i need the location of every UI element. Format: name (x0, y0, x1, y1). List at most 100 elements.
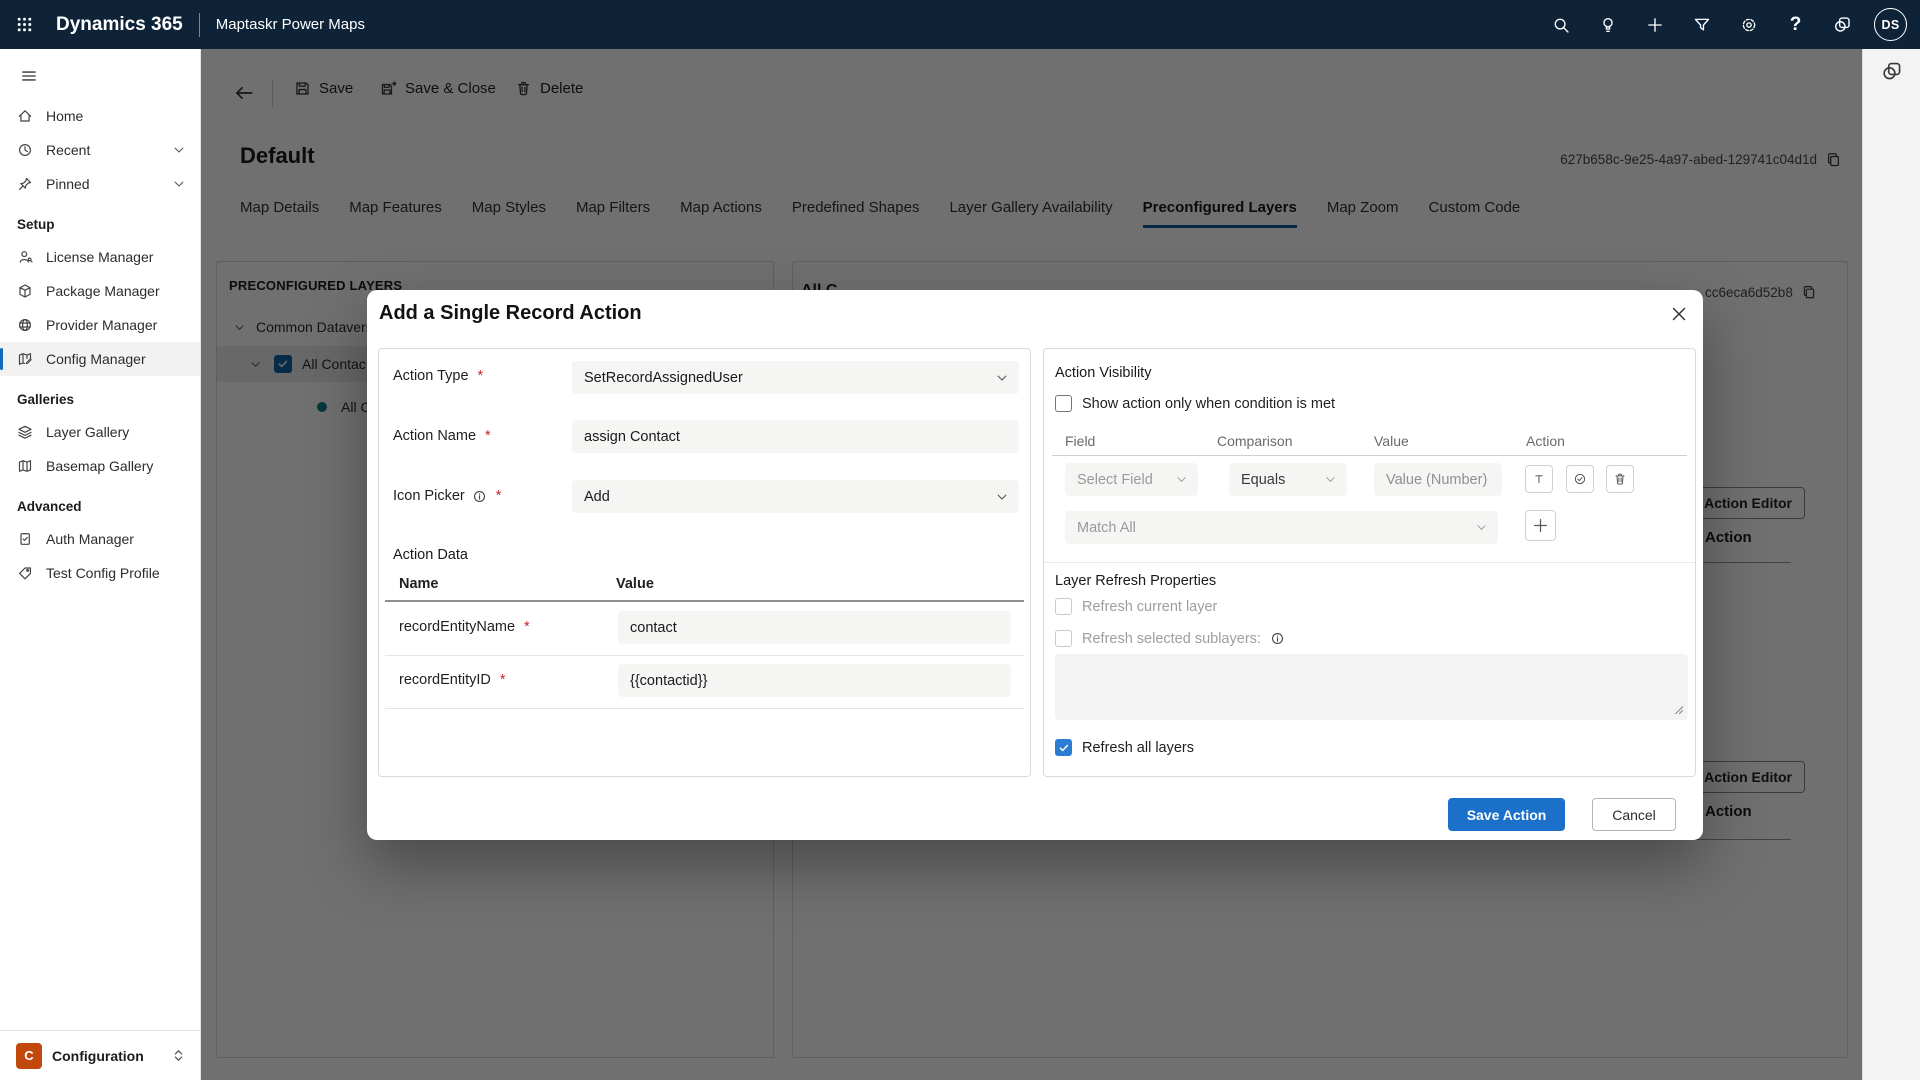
lightbulb-icon[interactable] (1584, 0, 1631, 49)
sidebar-group-advanced: Advanced (0, 483, 200, 522)
action-data-title: Action Data (393, 547, 468, 563)
add-condition-plus-icon[interactable] (1525, 510, 1556, 541)
topbar-actions: ? DS (1537, 0, 1920, 49)
package-cube-icon (17, 283, 33, 299)
app-launcher-icon[interactable] (0, 0, 48, 49)
sidebar-item-home[interactable]: Home (0, 99, 200, 133)
action-name-input[interactable] (572, 420, 1019, 453)
sidebar-item-recent[interactable]: Recent (0, 133, 200, 167)
action-form-section: Action Type* SetRecordAssignedUser Actio… (378, 348, 1031, 777)
comparison-select[interactable]: Equals (1229, 463, 1347, 496)
filter-icon[interactable] (1678, 0, 1725, 49)
sidebar-item-auth-manager[interactable]: Auth Manager (0, 522, 200, 556)
help-icon[interactable]: ? (1772, 0, 1819, 49)
column-header-action: Action (1526, 433, 1565, 449)
chevron-down-icon[interactable] (172, 177, 186, 191)
sidebar-item-package-manager[interactable]: Package Manager (0, 274, 200, 308)
sidebar-item-license-manager[interactable]: License Manager (0, 240, 200, 274)
icon-picker-label: Icon Picker * (393, 488, 501, 504)
match-mode-select[interactable]: Match All (1065, 511, 1498, 544)
action-data-row-name: recordEntityName* (399, 619, 530, 635)
chevron-down-icon (1175, 473, 1188, 486)
column-header-field: Field (1065, 433, 1095, 449)
action-visibility-title: Action Visibility (1055, 365, 1151, 381)
sidebar-item-label: Home (46, 108, 83, 124)
home-icon (17, 108, 33, 124)
field-select[interactable]: Select Field (1065, 463, 1198, 496)
condition-checkbox[interactable] (1055, 395, 1072, 412)
avatar-initials: DS (1882, 18, 1900, 32)
condition-value-input[interactable] (1374, 463, 1502, 496)
action-visibility-section: Action Visibility Show action only when … (1043, 348, 1696, 777)
text-tool-icon[interactable] (1525, 465, 1553, 493)
close-icon[interactable] (1663, 298, 1695, 330)
column-header-value: Value (616, 576, 654, 592)
row-divider (385, 708, 1024, 709)
sidebar-item-layer-gallery[interactable]: Layer Gallery (0, 415, 200, 449)
info-icon[interactable] (1270, 631, 1285, 646)
column-header-value: Value (1374, 433, 1409, 449)
environment-label: Configuration (52, 1048, 144, 1064)
sidebar-item-provider-manager[interactable]: Provider Manager (0, 308, 200, 342)
chevron-down-icon (995, 490, 1009, 504)
action-type-select[interactable]: SetRecordAssignedUser (572, 361, 1019, 394)
config-map-icon (17, 351, 33, 367)
sidebar-item-basemap-gallery[interactable]: Basemap Gallery (0, 449, 200, 483)
menu-hamburger-icon[interactable] (10, 59, 48, 93)
environment-switcher-icon[interactable] (171, 1048, 186, 1063)
info-icon[interactable] (472, 489, 487, 504)
icon-picker-select[interactable]: Add (572, 480, 1019, 513)
resize-handle-icon[interactable] (1674, 705, 1684, 715)
add-icon[interactable] (1631, 0, 1678, 49)
pinned-pin-icon (17, 176, 33, 192)
delete-condition-trash-icon[interactable] (1606, 465, 1634, 493)
top-app-bar: Dynamics 365 Maptaskr Power Maps ? DS (0, 0, 1920, 49)
sidebar-item-label: Test Config Profile (46, 565, 160, 581)
chevron-down-icon (1324, 473, 1337, 486)
settings-gear-icon[interactable] (1725, 0, 1772, 49)
search-icon[interactable] (1537, 0, 1584, 49)
check-circle-icon[interactable] (1566, 465, 1594, 493)
sidebar-item-label: Package Manager (46, 283, 160, 299)
column-header-comparison: Comparison (1217, 433, 1292, 449)
save-action-button[interactable]: Save Action (1448, 798, 1565, 831)
chevron-down-icon[interactable] (172, 143, 186, 157)
test-config-tag-icon (17, 565, 33, 581)
sidebar-nav: Home Recent Pinned Setup License Manager… (0, 49, 201, 1080)
avatar[interactable]: DS (1874, 8, 1907, 41)
copilot-icon[interactable] (1819, 0, 1866, 49)
sidebar-item-label: Basemap Gallery (46, 458, 153, 474)
recent-clock-icon (17, 142, 33, 158)
refresh-current-layer-checkbox[interactable] (1055, 598, 1072, 615)
right-rail (1862, 49, 1920, 1080)
action-data-row-value-input[interactable] (618, 664, 1011, 697)
refresh-all-layers-checkbox[interactable] (1055, 739, 1072, 756)
sidebar-item-config-manager[interactable]: Config Manager (0, 342, 200, 376)
grid-header-rule (1052, 455, 1687, 456)
sidebar-item-pinned[interactable]: Pinned (0, 167, 200, 201)
column-header-name: Name (399, 576, 439, 592)
sidebar-item-test-config-profile[interactable]: Test Config Profile (0, 556, 200, 590)
sublayers-textarea[interactable] (1055, 654, 1688, 720)
license-person-icon (17, 249, 33, 265)
sidebar-item-label: Auth Manager (46, 531, 134, 547)
sidebar-group-setup: Setup (0, 201, 200, 240)
sidebar-item-label: Recent (46, 142, 90, 158)
layer-refresh-title: Layer Refresh Properties (1055, 573, 1216, 589)
environment-picker[interactable]: C Configuration (0, 1030, 200, 1080)
brand-title[interactable]: Dynamics 365 (56, 14, 183, 36)
condition-checkbox-label: Show action only when condition is met (1082, 396, 1335, 412)
chevron-down-icon (995, 371, 1009, 385)
topbar-divider (199, 13, 200, 37)
table-header-rule (385, 600, 1024, 602)
action-data-row-value-input[interactable] (618, 611, 1011, 644)
refresh-current-layer-label: Refresh current layer (1082, 599, 1217, 615)
app-name[interactable]: Maptaskr Power Maps (216, 16, 365, 33)
copilot-icon[interactable] (1868, 49, 1916, 93)
section-divider (1044, 562, 1695, 563)
cancel-button[interactable]: Cancel (1592, 798, 1676, 831)
refresh-selected-sublayers-checkbox[interactable] (1055, 630, 1072, 647)
sidebar-group-galleries: Galleries (0, 376, 200, 415)
layer-stack-icon (17, 424, 33, 440)
add-single-record-action-dialog: Add a Single Record Action Action Type* … (367, 290, 1703, 840)
